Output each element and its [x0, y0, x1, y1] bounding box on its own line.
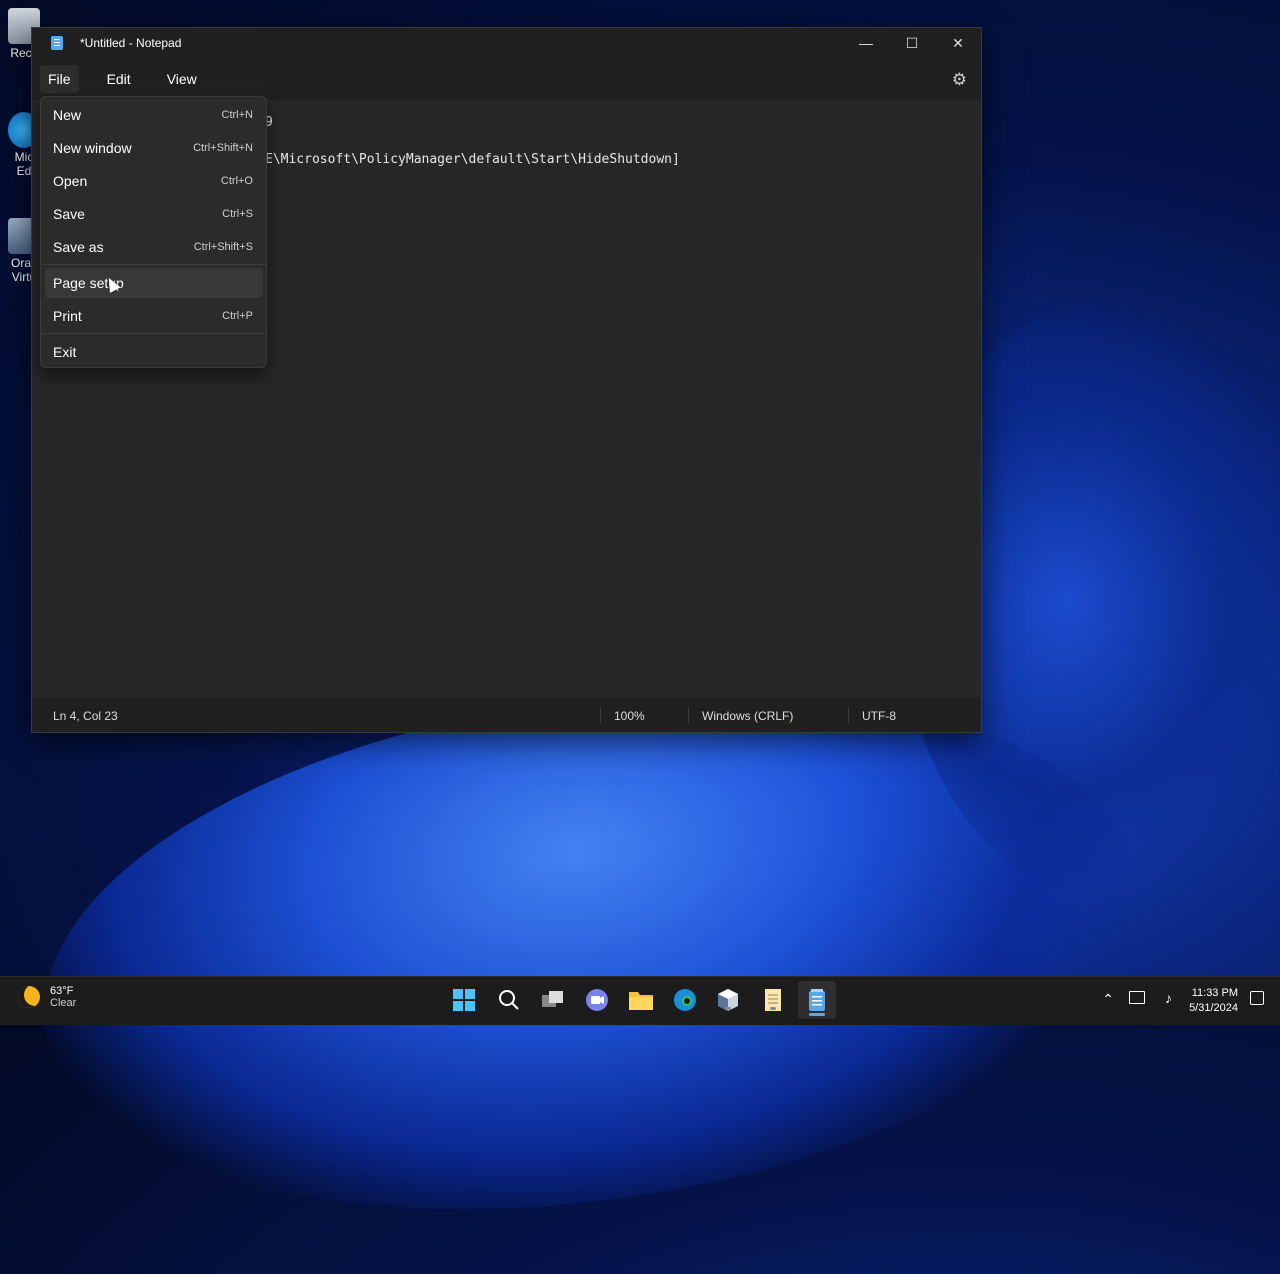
file-explorer-icon[interactable]: [628, 987, 654, 1013]
line-ending: Windows (CRLF): [702, 709, 794, 723]
chevron-up-icon[interactable]: ⌃: [1102, 991, 1114, 1008]
notes-icon[interactable]: [760, 987, 786, 1013]
clock-date: 5/31/2024: [1189, 1002, 1238, 1014]
taskbar: 63°F Clear ⌃ ♪ 11:33 PM 5/31/2024: [0, 976, 1280, 1025]
task-view-icon[interactable]: [540, 987, 566, 1013]
status-divider: [600, 707, 601, 723]
menu-item-label: Save: [53, 206, 85, 222]
menu-item-save[interactable]: Save Ctrl+S: [45, 199, 263, 229]
menu-item-shortcut: Ctrl+O: [220, 175, 253, 187]
notepad-taskbar-icon[interactable]: [798, 981, 836, 1019]
weather-temp: 63°F: [50, 985, 74, 997]
menu-item-shortcut: Ctrl+P: [222, 310, 253, 322]
menu-item-shortcut: Ctrl+N: [221, 109, 253, 121]
maximize-button[interactable]: ☐: [889, 28, 935, 58]
menu-item-page-setup[interactable]: Page setup: [45, 268, 263, 298]
menu-item-label: Print: [53, 308, 82, 324]
menu-item-shortcut: Ctrl+Shift+S: [193, 241, 253, 253]
editor-line: E\Microsoft\PolicyManager\default\Start\…: [265, 152, 680, 167]
file-menu-dropdown: New Ctrl+N New window Ctrl+Shift+N Open …: [40, 96, 267, 368]
menu-item-label: New: [53, 107, 82, 123]
zoom-level: 100%: [614, 709, 645, 723]
edge-icon[interactable]: [672, 987, 698, 1013]
window-title: *Untitled - Notepad: [80, 36, 182, 50]
active-indicator: [809, 1013, 825, 1016]
start-icon[interactable]: [451, 987, 477, 1013]
status-bar: Ln 4, Col 23 100% Windows (CRLF) UTF-8: [32, 698, 981, 732]
menu-item-save-as[interactable]: Save as Ctrl+Shift+S: [45, 232, 263, 262]
cursor-position: Ln 4, Col 23: [53, 709, 118, 723]
menu-bar: File Edit View ⚙: [32, 58, 981, 100]
running-indicator: [725, 1007, 731, 1010]
chat-icon[interactable]: [584, 987, 610, 1013]
weather-widget[interactable]: 63°F Clear: [18, 985, 76, 1009]
menu-item-print[interactable]: Print Ctrl+P: [45, 301, 263, 331]
virtualbox-icon[interactable]: [715, 987, 741, 1013]
menu-item-label: Exit: [53, 344, 77, 360]
menu-item-shortcut: Ctrl+Shift+N: [193, 142, 253, 154]
network-icon[interactable]: [1129, 991, 1145, 1004]
menu-divider: [41, 264, 266, 265]
menu-item-open[interactable]: Open Ctrl+O: [45, 166, 263, 196]
gear-icon[interactable]: ⚙: [952, 70, 967, 90]
volume-icon[interactable]: ♪: [1165, 990, 1172, 1006]
minimize-button[interactable]: —: [843, 28, 889, 58]
encoding: UTF-8: [862, 709, 896, 723]
notification-icon[interactable]: [1250, 991, 1264, 1005]
running-indicator: [770, 1007, 776, 1010]
menu-item-exit[interactable]: Exit: [45, 337, 263, 367]
menu-item-new-window[interactable]: New window Ctrl+Shift+N: [45, 133, 263, 163]
menu-item-shortcut: Ctrl+S: [222, 208, 253, 220]
status-divider: [848, 707, 849, 723]
moon-icon: [18, 986, 40, 1008]
clock-time: 11:33 PM: [1191, 987, 1238, 999]
notepad-icon: [51, 36, 63, 50]
menu-view[interactable]: View: [159, 65, 205, 93]
menu-divider: [41, 333, 266, 334]
menu-file[interactable]: File: [40, 65, 79, 93]
menu-item-label: Save as: [53, 239, 104, 255]
weather-condition: Clear: [50, 997, 77, 1009]
close-button[interactable]: ✕: [935, 28, 981, 58]
search-icon[interactable]: [496, 987, 522, 1013]
clock[interactable]: 11:33 PM 5/31/2024: [1189, 986, 1238, 1016]
menu-edit[interactable]: Edit: [99, 65, 139, 93]
menu-item-label: New window: [53, 140, 132, 156]
title-bar[interactable]: *Untitled - Notepad — ☐ ✕: [32, 28, 981, 58]
menu-item-label: Open: [53, 173, 88, 189]
status-divider: [688, 707, 689, 723]
menu-item-new[interactable]: New Ctrl+N: [45, 100, 263, 130]
